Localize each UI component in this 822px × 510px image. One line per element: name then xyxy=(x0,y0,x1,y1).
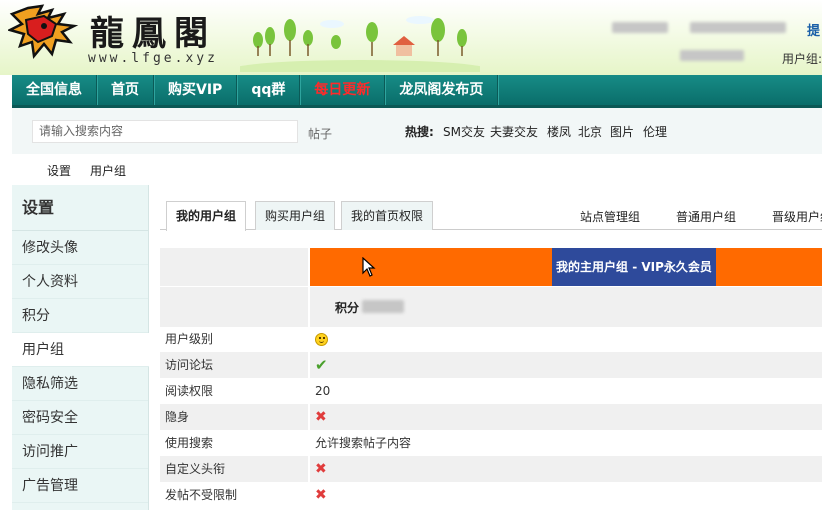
permission-label: 使用搜索 xyxy=(165,436,214,450)
hot-word-link[interactable]: 北京 xyxy=(578,123,602,140)
site-url: www.lfge.xyz xyxy=(88,51,218,66)
sidebar-item-profile[interactable]: 个人资料 xyxy=(12,265,148,299)
hot-search-label: 热搜: xyxy=(405,125,434,139)
tab-upgrade-group[interactable]: 晋级用户组 xyxy=(772,208,822,225)
sidebar-item-avatar[interactable]: 修改头像 xyxy=(12,231,148,265)
tab-normal-group[interactable]: 普通用户组 xyxy=(676,208,736,225)
header-link[interactable]: 提 xyxy=(807,20,820,39)
main-nav: 全国信息 首页 购买VIP qq群 每日更新 龙凤阁发布页 xyxy=(12,75,822,108)
hot-word-link[interactable]: 图片 xyxy=(610,123,634,140)
check-icon: ✔ xyxy=(315,356,328,374)
tab-home-permission[interactable]: 我的首页权限 xyxy=(341,201,434,230)
permission-value: 20 xyxy=(315,384,331,398)
search-input[interactable]: 请输入搜索内容 xyxy=(32,120,298,143)
sidebar-item-promotion[interactable]: 访问推广 xyxy=(12,435,148,469)
score-value-redacted xyxy=(362,300,404,313)
sidebar-item-password[interactable]: 密码安全 xyxy=(12,401,148,435)
user-meta-redacted xyxy=(680,50,744,61)
tab-bar: 我的用户组 购买用户组 我的首页权限 站点管理组 普通用户组 晋级用户组 xyxy=(160,198,822,231)
cross-icon: ✖ xyxy=(315,487,327,503)
permission-label: 发帖不受限制 xyxy=(165,488,238,502)
sidebar-item-user-group[interactable]: 用户组 xyxy=(12,333,149,367)
nav-item-buy-vip[interactable]: 购买VIP xyxy=(154,75,238,105)
search-bar: 请输入搜索内容 帖子 热搜: SM交友 夫妻交友 楼凤 北京 图片 伦理 xyxy=(12,108,822,154)
nav-item-qq-group[interactable]: qq群 xyxy=(237,75,301,105)
table-row: 发帖不受限制 ✖ xyxy=(160,482,822,508)
score-label: 积分 xyxy=(335,301,360,315)
permission-label: 用户级别 xyxy=(165,332,214,346)
permission-label: 隐身 xyxy=(160,404,308,430)
sidebar-item-credits[interactable]: 积分 xyxy=(12,299,148,333)
username-redacted xyxy=(612,22,668,33)
user-group-table: 我的主用户组 - VIP永久会员 积分 用户级别 访问论坛 ✔ 阅读权限 20 … xyxy=(160,248,822,508)
permission-label: 访问论坛 xyxy=(160,352,308,378)
group-header-bar: 我的主用户组 - VIP永久会员 xyxy=(310,248,822,286)
table-row: 使用搜索 允许搜索帖子内容 xyxy=(160,430,822,456)
permission-label: 阅读权限 xyxy=(165,384,214,398)
hot-word-link[interactable]: 伦理 xyxy=(643,123,667,140)
sidebar-item-ads[interactable]: 广告管理 xyxy=(12,469,148,503)
scenery-illustration xyxy=(240,16,480,72)
nav-item-publish-page[interactable]: 龙凤阁发布页 xyxy=(385,75,499,105)
tab-my-group[interactable]: 我的用户组 xyxy=(166,201,247,231)
site-header: 龍鳳閣 www.lfge.xyz 提 用户组: xyxy=(0,0,822,75)
table-row: 访问论坛 ✔ xyxy=(160,352,822,378)
user-info-redacted xyxy=(690,22,786,33)
sidebar-item-privacy[interactable]: 隐私筛选 xyxy=(12,367,148,401)
breadcrumb-settings[interactable]: 设置 xyxy=(47,162,71,179)
table-row: 阅读权限 20 xyxy=(160,378,822,404)
cross-icon: ✖ xyxy=(315,461,327,477)
hot-word-link[interactable]: SM交友 xyxy=(443,123,485,140)
sidebar-title: 设置 xyxy=(12,185,148,231)
nav-item-home[interactable]: 首页 xyxy=(97,75,154,105)
group-header-row: 我的主用户组 - VIP永久会员 xyxy=(160,248,822,286)
cross-icon: ✖ xyxy=(315,409,327,425)
table-row: 隐身 ✖ xyxy=(160,404,822,430)
settings-sidebar: 设置 修改头像 个人资料 积分 用户组 隐私筛选 密码安全 访问推广 广告管理 xyxy=(12,185,149,510)
tab-buy-group[interactable]: 购买用户组 xyxy=(255,201,336,230)
score-row: 积分 xyxy=(160,286,822,327)
permission-value: 允许搜索帖子内容 xyxy=(315,436,412,450)
hot-word-link[interactable]: 楼凤 xyxy=(547,123,571,140)
nav-item-all-info[interactable]: 全国信息 xyxy=(12,75,97,105)
dragon-logo-icon[interactable] xyxy=(8,4,80,60)
breadcrumb-user-group[interactable]: 用户组 xyxy=(90,162,126,179)
permission-label: 自定义头衔 xyxy=(160,456,308,482)
hot-word-link[interactable]: 夫妻交友 xyxy=(490,123,538,140)
table-row: 用户级别 xyxy=(160,326,822,352)
site-title: 龍鳳閣 xyxy=(90,14,216,54)
user-group-label: 用户组: xyxy=(781,52,822,66)
nav-item-daily-update[interactable]: 每日更新 xyxy=(300,75,386,105)
table-row: 自定义头衔 ✖ xyxy=(160,456,822,482)
tab-site-admin-group[interactable]: 站点管理组 xyxy=(580,208,640,225)
smile-icon xyxy=(315,333,328,346)
mouse-cursor-icon xyxy=(362,257,376,277)
search-type-select[interactable]: 帖子 xyxy=(308,125,332,142)
main-group-title: 我的主用户组 - VIP永久会员 xyxy=(552,248,716,286)
